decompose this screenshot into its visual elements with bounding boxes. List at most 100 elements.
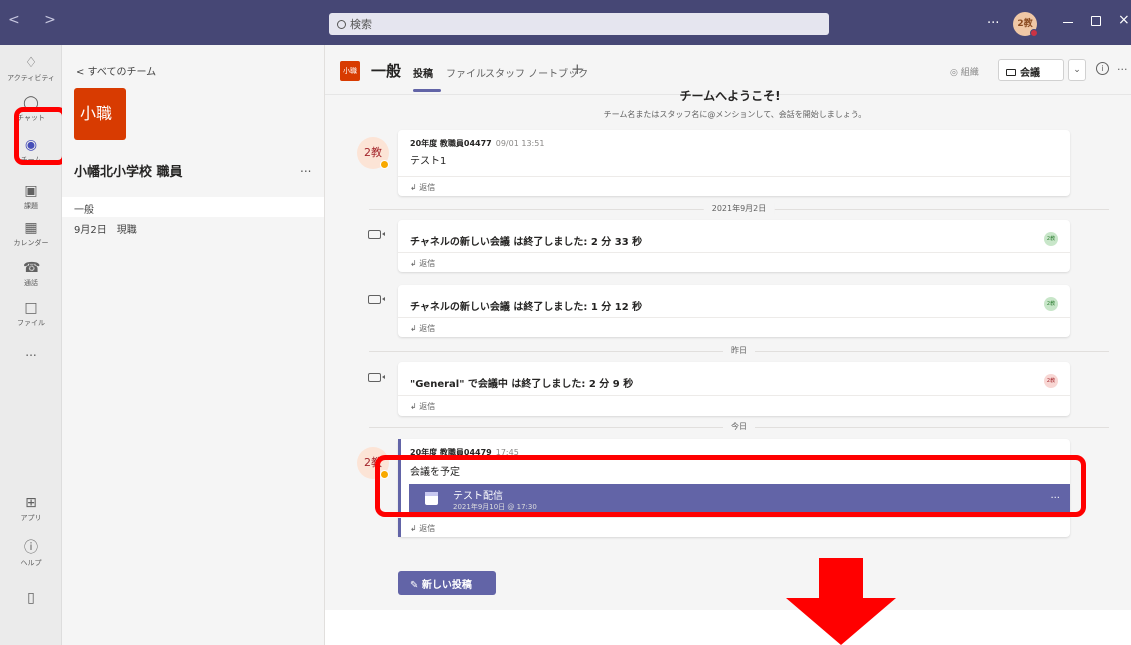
- minimize-icon[interactable]: [1063, 22, 1073, 23]
- meeting-ended-card[interactable]: チャネルの新しい会議 は終了しました: 1 分 12 秒 2教 ↲ 返信: [398, 285, 1070, 337]
- rail-label: アクティビティ: [7, 74, 55, 82]
- close-button[interactable]: ×: [1118, 12, 1130, 28]
- back-forward-arrows[interactable]: < >: [8, 12, 66, 28]
- away-status-icon: [380, 160, 389, 169]
- compose-icon: ✎: [410, 580, 422, 591]
- camera-icon: [1006, 69, 1016, 76]
- date-divider: 今日: [369, 421, 1109, 432]
- reply-label: 返信: [419, 402, 436, 411]
- meet-button[interactable]: 会議: [998, 59, 1064, 81]
- rail-item-apps[interactable]: ⊞ アプリ: [0, 495, 62, 523]
- header-more-button[interactable]: ...: [1117, 60, 1128, 73]
- rail-item-activity[interactable]: ♢ アクティビティ: [0, 55, 62, 83]
- rail-label: アプリ: [20, 514, 42, 522]
- post-time: 09/01 13:51: [495, 139, 545, 148]
- reply-icon: ↲: [410, 324, 420, 333]
- team-panel: < すべてのチーム 小職 小幡北小学校 職員 ... 一般 9月2日 現職: [62, 45, 325, 645]
- add-tab-button[interactable]: +: [571, 60, 584, 78]
- rail-item-assignments[interactable]: ▣ 課題: [0, 183, 62, 211]
- rail-item-help[interactable]: ⓘ ヘルプ: [0, 540, 62, 568]
- meeting-camera-icon: [368, 230, 385, 239]
- reply-icon: ↲: [410, 402, 420, 411]
- reply-button[interactable]: ↲ 返信: [398, 176, 1070, 196]
- reply-icon: ↲: [410, 524, 420, 533]
- meeting-ended-card[interactable]: "General" で会議中 は終了しました: 2 分 9 秒 2教 ↲ 返信: [398, 362, 1070, 416]
- info-icon[interactable]: i: [1096, 62, 1109, 75]
- rail-item-files[interactable]: □ ファイル: [0, 300, 62, 328]
- post-card[interactable]: 20年度 教職員04477 09/01 13:51 テスト1 ↲ 返信: [398, 130, 1070, 196]
- active-tab-indicator: [413, 89, 441, 92]
- participant-avatar: 2教: [1044, 297, 1058, 311]
- search-input[interactable]: 検索: [329, 13, 829, 35]
- rail-label: ヘルプ: [20, 559, 42, 567]
- post-sender: 20年度 教職員04477 09/01 13:51: [410, 138, 544, 149]
- rail-label: カレンダー: [13, 239, 49, 247]
- meet-dropdown-button[interactable]: ⌄: [1068, 59, 1086, 81]
- team-avatar: 小職: [74, 88, 126, 140]
- all-teams-link[interactable]: < すべてのチーム: [76, 63, 156, 78]
- reply-label: 返信: [419, 324, 436, 333]
- reply-button[interactable]: ↲ 返信: [398, 317, 1070, 337]
- team-name: 小幡北小学校 職員: [74, 165, 183, 180]
- rail-item-calls[interactable]: ☎ 通話: [0, 260, 62, 288]
- bell-icon: ♢: [24, 55, 38, 71]
- welcome-subtitle: チーム名またはスタッフ名に@メンションして、会話を開始しましょう。: [603, 110, 867, 119]
- title-bar: < > 検索 ... 2教 ×: [0, 0, 1131, 45]
- rail-item-more[interactable]: ...: [0, 345, 62, 359]
- reply-button[interactable]: ↲ 返信: [398, 252, 1070, 272]
- reply-button[interactable]: ↲ 返信: [398, 517, 1070, 537]
- channel-team-avatar: 小職: [340, 61, 360, 81]
- org-button[interactable]: ◎ 組織: [950, 65, 979, 78]
- date-divider-label: 今日: [723, 421, 755, 432]
- reply-icon: ↲: [410, 259, 420, 268]
- tab-files[interactable]: ファイル: [446, 65, 486, 80]
- meeting-ended-text: チャネルの新しい会議 は終了しました: 1 分 12 秒: [410, 302, 643, 313]
- meeting-ended-text: "General" で会議中 は終了しました: 2 分 9 秒: [410, 379, 634, 390]
- new-post-button[interactable]: ✎ 新しい投稿: [398, 571, 496, 595]
- conversation-feed: チームへようこそ! チーム名またはスタッフ名に@メンションして、会話を開始しまし…: [325, 89, 1131, 610]
- rail-label: 課題: [24, 202, 38, 210]
- annotation-highlight-meeting-card: [375, 455, 1086, 517]
- assignments-icon: ▣: [24, 183, 38, 199]
- date-divider: 2021年9月2日: [369, 203, 1109, 214]
- user-avatar[interactable]: 2教: [1013, 12, 1038, 37]
- annotation-down-arrow-icon: [786, 558, 896, 645]
- meeting-camera-icon: [368, 295, 385, 304]
- reply-label: 返信: [419, 183, 436, 192]
- rail-label: 通話: [24, 279, 38, 287]
- meet-label: 会議: [1020, 68, 1040, 79]
- new-post-label: 新しい投稿: [421, 580, 472, 591]
- date-divider: 昨日: [369, 345, 1109, 356]
- reply-button[interactable]: ↲ 返信: [398, 395, 1070, 415]
- more-options-button[interactable]: ...: [987, 12, 999, 27]
- reply-icon: ↲: [410, 183, 420, 192]
- reply-label: 返信: [419, 524, 436, 533]
- phone-icon: ☎: [23, 260, 41, 276]
- welcome-title: チームへようこそ!: [679, 89, 781, 103]
- device-icon: ▯: [27, 590, 35, 606]
- user-avatar-label: 2教: [1017, 19, 1033, 29]
- meeting-ended-card[interactable]: チャネルの新しい会議 は終了しました: 2 分 33 秒 2教 ↲ 返信: [398, 220, 1070, 272]
- rail-item-calendar[interactable]: ▦ カレンダー: [0, 220, 62, 248]
- post-avatar-label: 2教: [364, 146, 382, 159]
- participant-avatar: 2教: [1044, 374, 1058, 388]
- tab-posts[interactable]: 投稿: [413, 65, 433, 80]
- post-avatar: 2教: [357, 137, 389, 169]
- channel-title: 一般: [371, 62, 402, 80]
- eye-icon: ◎: [950, 68, 961, 78]
- rail-item-device[interactable]: ▯: [0, 590, 62, 608]
- org-label: 組織: [960, 68, 979, 78]
- annotation-highlight-teams: [14, 107, 67, 165]
- status-dot-icon: [1030, 29, 1038, 37]
- reply-label: 返信: [419, 259, 436, 268]
- sender-name: 20年度 教職員04477: [410, 139, 492, 148]
- participant-avatar: 2教: [1044, 232, 1058, 246]
- meeting-ended-text: チャネルの新しい会議 は終了しました: 2 分 33 秒: [410, 237, 643, 248]
- maximize-icon[interactable]: [1091, 16, 1101, 26]
- meeting-camera-icon: [368, 373, 385, 382]
- date-divider-label: 2021年9月2日: [703, 203, 775, 214]
- channel-item-sept2[interactable]: 9月2日 現職: [62, 217, 324, 237]
- post-body: テスト1: [410, 156, 447, 167]
- channel-item-general[interactable]: 一般: [62, 197, 324, 217]
- team-more-button[interactable]: ...: [300, 161, 311, 175]
